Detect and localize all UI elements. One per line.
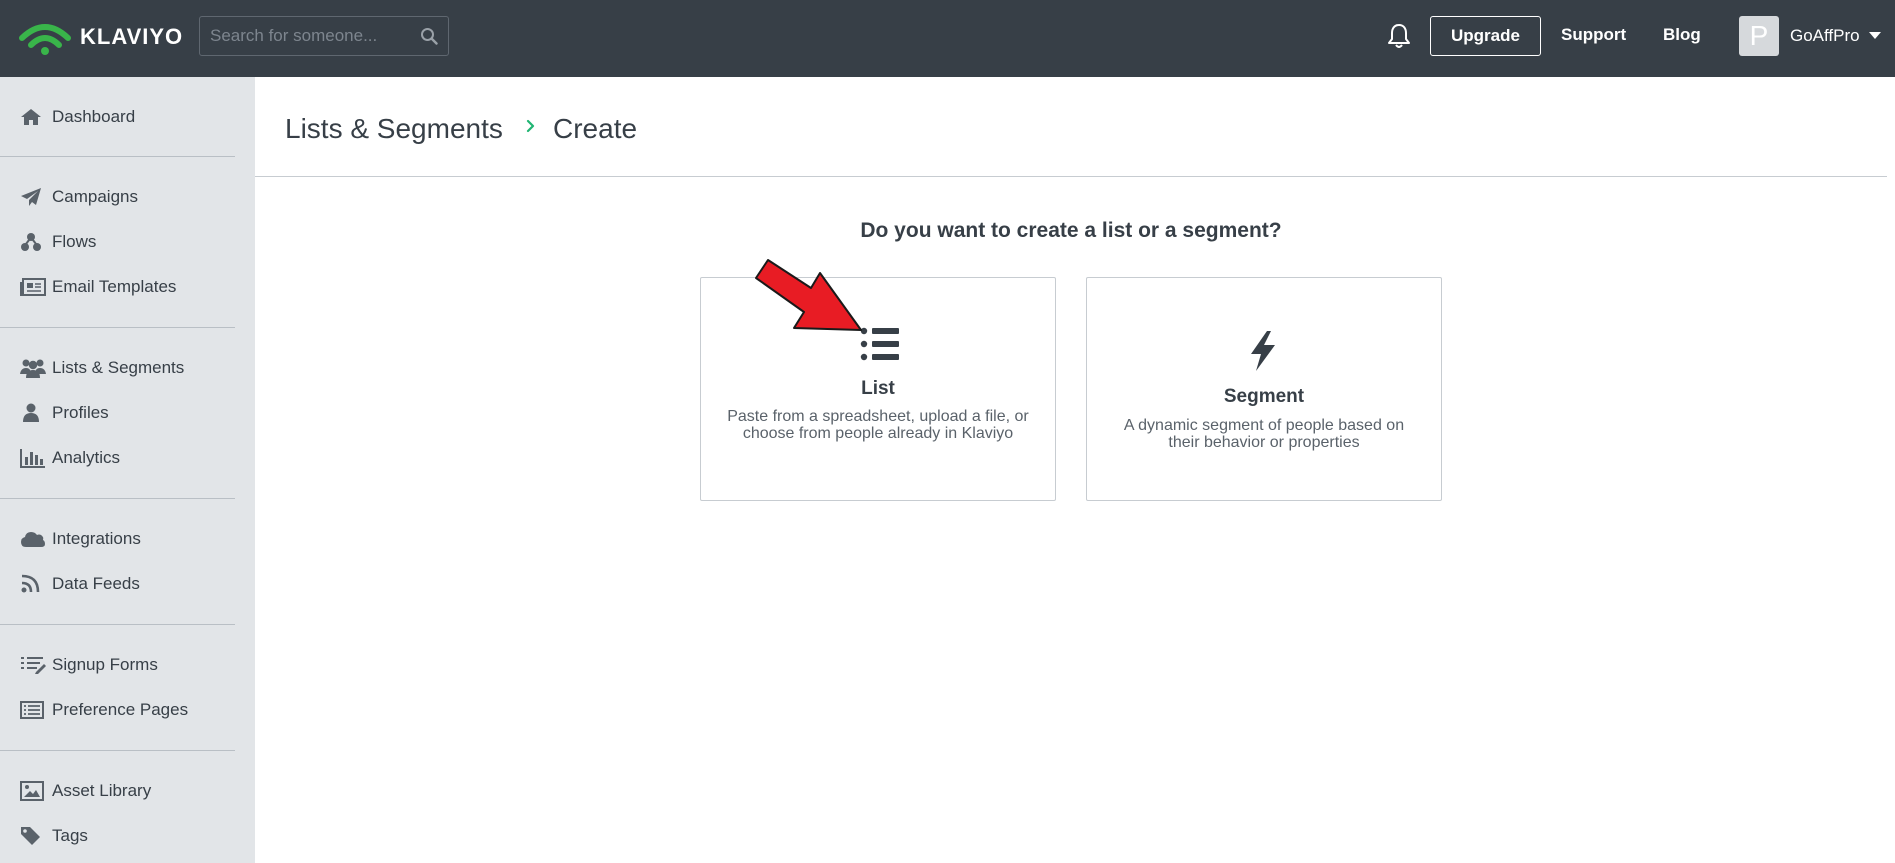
user-icon [20, 403, 46, 423]
sidebar-divider [0, 624, 235, 625]
bar-chart-icon [20, 448, 46, 468]
list-alt-icon [20, 700, 46, 720]
klaviyo-logo-icon [19, 24, 71, 55]
sidebar-divider [0, 498, 235, 499]
sidebar-item-signup-forms[interactable]: Signup Forms [0, 645, 235, 685]
sidebar-item-campaigns[interactable]: Campaigns [0, 177, 235, 217]
cloud-icon [20, 529, 46, 549]
sidebar-item-data-feeds[interactable]: Data Feeds [0, 564, 235, 604]
paper-plane-icon [20, 187, 46, 207]
sidebar-item-label: Tags [52, 826, 88, 845]
sidebar-item-label: Campaigns [52, 187, 138, 206]
bolt-icon [1251, 331, 1275, 371]
sidebar-item-label: Dashboard [52, 107, 136, 126]
rss-icon [20, 574, 46, 594]
sidebar-divider [0, 327, 235, 328]
newspaper-icon [20, 277, 46, 297]
support-link[interactable]: Support [1561, 25, 1626, 45]
sidebar-item-label: Integrations [52, 529, 141, 548]
sidebar-divider [0, 156, 235, 157]
sidebar-item-email-templates[interactable]: Email Templates [0, 267, 235, 307]
image-icon [20, 781, 46, 801]
search-box[interactable] [199, 16, 449, 56]
bell-icon[interactable] [1386, 22, 1412, 50]
top-navigation-bar: KLAVIYO Upgrade Support Blog P GoAffPro [0, 0, 1895, 77]
breadcrumb: Lists & Segments Create [255, 77, 1887, 177]
create-segment-card[interactable]: Segment A dynamic segment of people base… [1086, 277, 1442, 501]
sidebar-item-profiles[interactable]: Profiles [0, 393, 235, 433]
caret-down-icon[interactable] [1869, 32, 1881, 39]
sidebar-item-tags[interactable]: Tags [0, 816, 235, 856]
search-icon[interactable] [420, 27, 438, 45]
sidebar: Dashboard Campaigns Flows Email Template… [0, 77, 255, 863]
red-arrow-icon [755, 259, 862, 331]
segment-card-description: A dynamic segment of people based on the… [1123, 417, 1405, 451]
sidebar-item-flows[interactable]: Flows [0, 222, 235, 262]
klaviyo-logo[interactable]: KLAVIYO [18, 17, 183, 57]
sidebar-item-label: Email Templates [52, 277, 177, 296]
segment-card-title: Segment [1223, 386, 1305, 407]
sidebar-item-label: Asset Library [52, 781, 152, 800]
sidebar-divider [0, 750, 235, 751]
list-card-description: Paste from a spreadsheet, upload a file,… [727, 408, 1029, 442]
sidebar-item-lists-segments[interactable]: Lists & Segments [0, 348, 235, 388]
sidebar-item-analytics[interactable]: Analytics [0, 438, 235, 478]
sidebar-item-asset-library[interactable]: Asset Library [0, 771, 235, 811]
sidebar-item-label: Flows [52, 232, 97, 251]
list-card-title: List [861, 378, 895, 399]
sidebar-item-preference-pages[interactable]: Preference Pages [0, 690, 235, 730]
chevron-right-icon [526, 119, 535, 133]
sidebar-item-label: Data Feeds [52, 574, 140, 593]
tag-icon [20, 826, 46, 846]
account-name[interactable]: GoAffPro [1790, 26, 1860, 46]
sidebar-item-label: Profiles [52, 403, 109, 422]
form-list-icon [20, 655, 46, 675]
blog-link[interactable]: Blog [1663, 25, 1701, 45]
brand-name: KLAVIYO [80, 24, 184, 49]
create-question-heading: Do you want to create a list or a segmen… [860, 219, 1282, 242]
breadcrumb-parent-link[interactable]: Lists & Segments [285, 113, 503, 145]
sidebar-item-integrations[interactable]: Integrations [0, 519, 235, 559]
avatar[interactable]: P [1739, 16, 1779, 56]
flows-icon [20, 232, 46, 252]
sidebar-item-label: Signup Forms [52, 655, 158, 674]
upgrade-button[interactable]: Upgrade [1430, 16, 1541, 56]
home-icon [20, 107, 46, 127]
sidebar-item-label: Preference Pages [52, 700, 189, 719]
sidebar-item-dashboard[interactable]: Dashboard [0, 97, 235, 137]
sidebar-item-label: Lists & Segments [52, 358, 185, 377]
users-icon [20, 358, 46, 378]
page-title: Create [553, 113, 638, 144]
search-input[interactable] [200, 17, 415, 55]
sidebar-item-label: Analytics [52, 448, 121, 467]
